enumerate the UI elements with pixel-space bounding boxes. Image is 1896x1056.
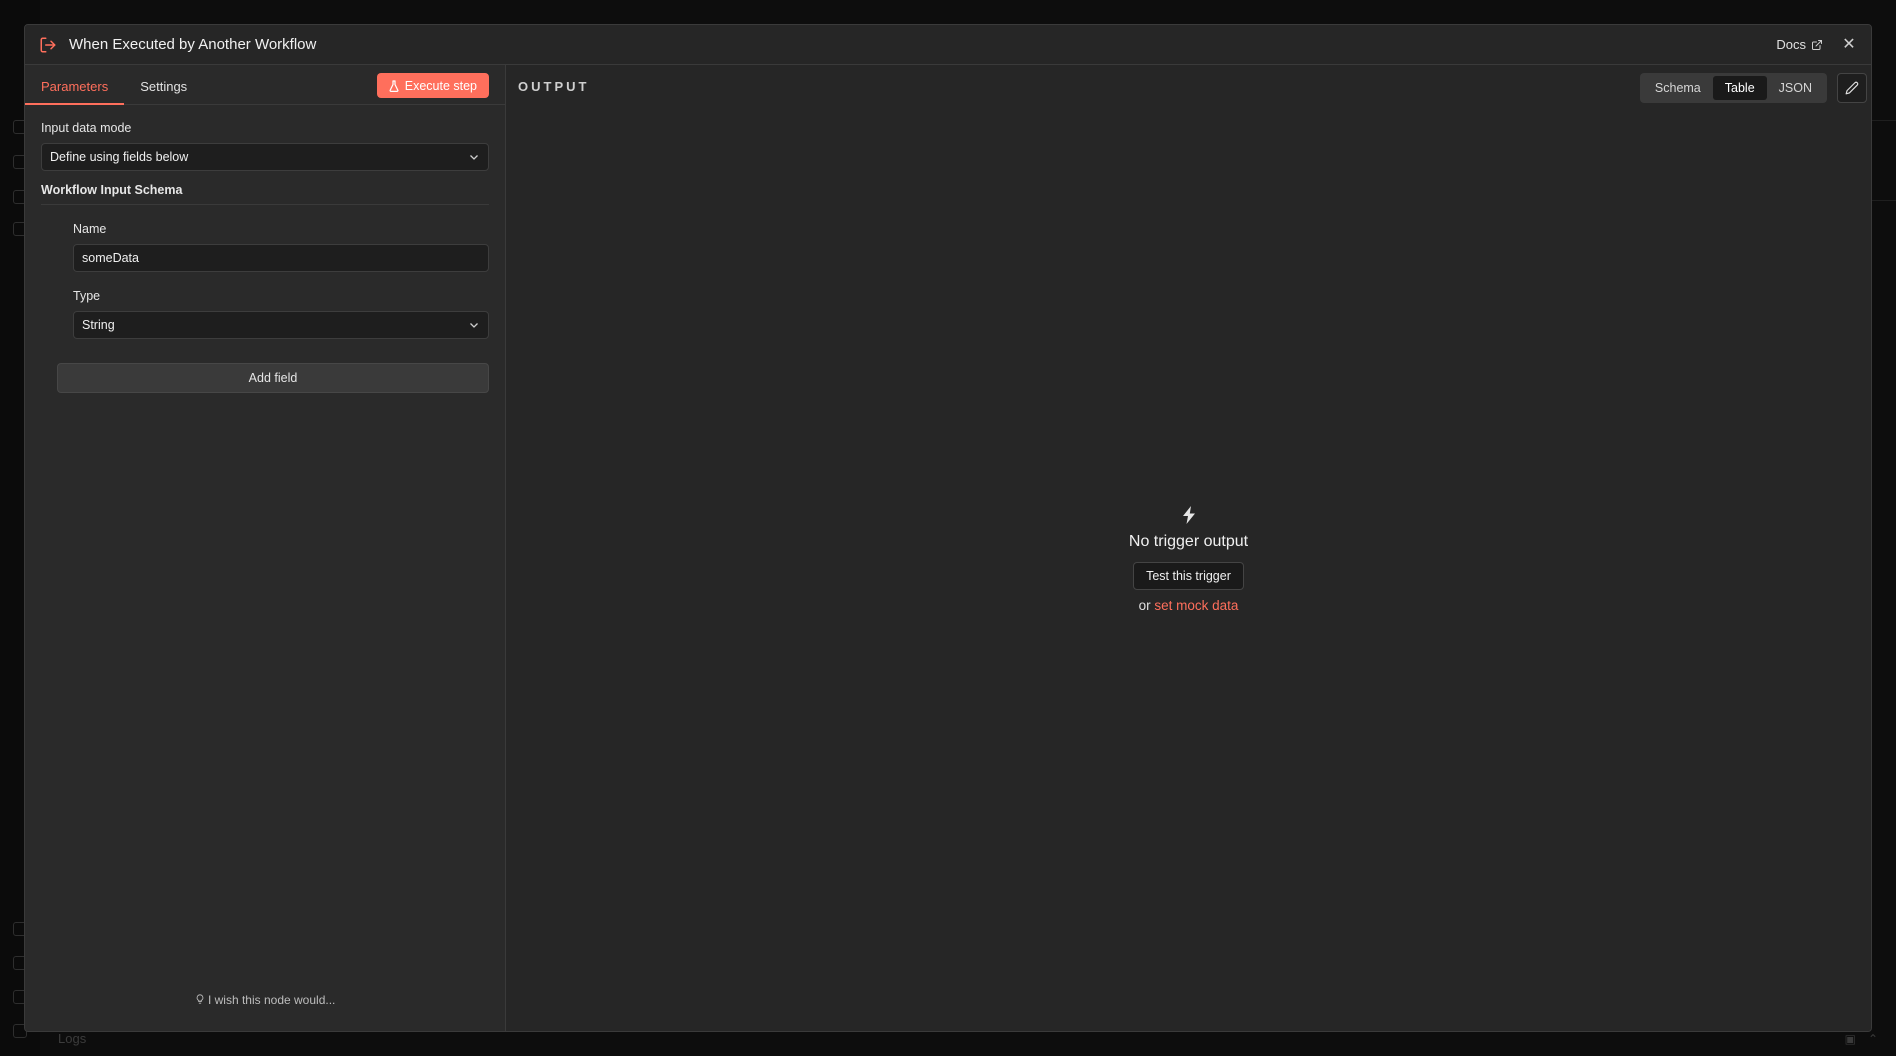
lightbulb-icon [196,994,203,1004]
input-mode-value: Define using fields below [50,150,189,164]
input-mode-label: Input data mode [41,121,132,135]
field-name-input[interactable]: someData [73,244,489,272]
execute-step-button[interactable]: Execute step [376,73,489,98]
flask-icon [389,79,399,92]
node-modal: When Executed by Another Workflow Docs ✕… [24,24,1872,1032]
bolt-icon [1182,506,1195,524]
modal-header: When Executed by Another Workflow Docs ✕ [25,25,1871,65]
docs-link[interactable]: Docs [1776,37,1823,52]
close-icon[interactable]: ✕ [1841,36,1857,53]
bg-logs-label: Logs [58,1031,87,1046]
field-name-label: Name [73,222,107,236]
view-json-button[interactable]: JSON [1767,76,1824,100]
bg-panel-icon: ▣ [1844,1032,1856,1046]
header-actions: Docs ✕ [1776,36,1857,53]
set-mock-data-link[interactable]: set mock data [1154,598,1238,613]
field-name-value: someData [82,251,139,265]
input-mode-select[interactable]: Define using fields below [41,143,489,171]
edit-output-button[interactable] [1837,73,1867,103]
empty-output-state: No trigger output Test this trigger or s… [506,505,1871,613]
empty-output-title: No trigger output [1128,533,1249,550]
field-type-select[interactable]: String [73,311,489,339]
bg-divider [1872,200,1896,201]
output-view-toggle: Schema Table JSON [1639,73,1827,103]
chevron-down-icon [470,155,478,160]
mock-prefix: or [1138,598,1151,613]
bg-divider [1872,120,1896,121]
mock-data-line: or set mock data [1139,598,1239,613]
workflow-input-schema-title: Workflow Input Schema [41,183,489,205]
parameters-panel: Parameters Settings Execute step Input d… [25,65,506,1031]
tab-settings[interactable]: Settings [124,79,203,104]
view-schema-button[interactable]: Schema [1643,76,1713,100]
chevron-down-icon [470,323,478,328]
feedback-label: I wish this node would... [207,993,336,1007]
bg-bottom-icons: ▣ ⌃ [1845,1032,1878,1046]
test-trigger-button[interactable]: Test this trigger [1133,562,1244,590]
bg-chevron-up-icon: ⌃ [1867,1032,1878,1046]
parameters-form: Input data mode Define using fields belo… [25,105,505,393]
schema-field-item: Name someData Type String [41,222,489,339]
add-field-button[interactable]: Add field [57,363,489,393]
view-table-button[interactable]: Table [1712,76,1767,100]
external-link-icon [1812,39,1822,50]
feedback-link[interactable]: I wish this node would... [25,993,505,1007]
field-type-label: Type [73,289,101,303]
sign-out-icon [39,35,59,55]
docs-label: Docs [1776,37,1806,52]
field-type-value: String [82,318,115,332]
modal-title: When Executed by Another Workflow [69,36,317,53]
panel-tabs: Parameters Settings Execute step [25,65,505,105]
pencil-icon [1845,81,1859,95]
output-label: OUTPUT [518,79,590,94]
execute-step-label: Execute step [404,78,477,93]
output-panel: OUTPUT Schema Table JSON No trigger outp… [506,65,1871,1031]
tab-parameters[interactable]: Parameters [25,79,125,105]
